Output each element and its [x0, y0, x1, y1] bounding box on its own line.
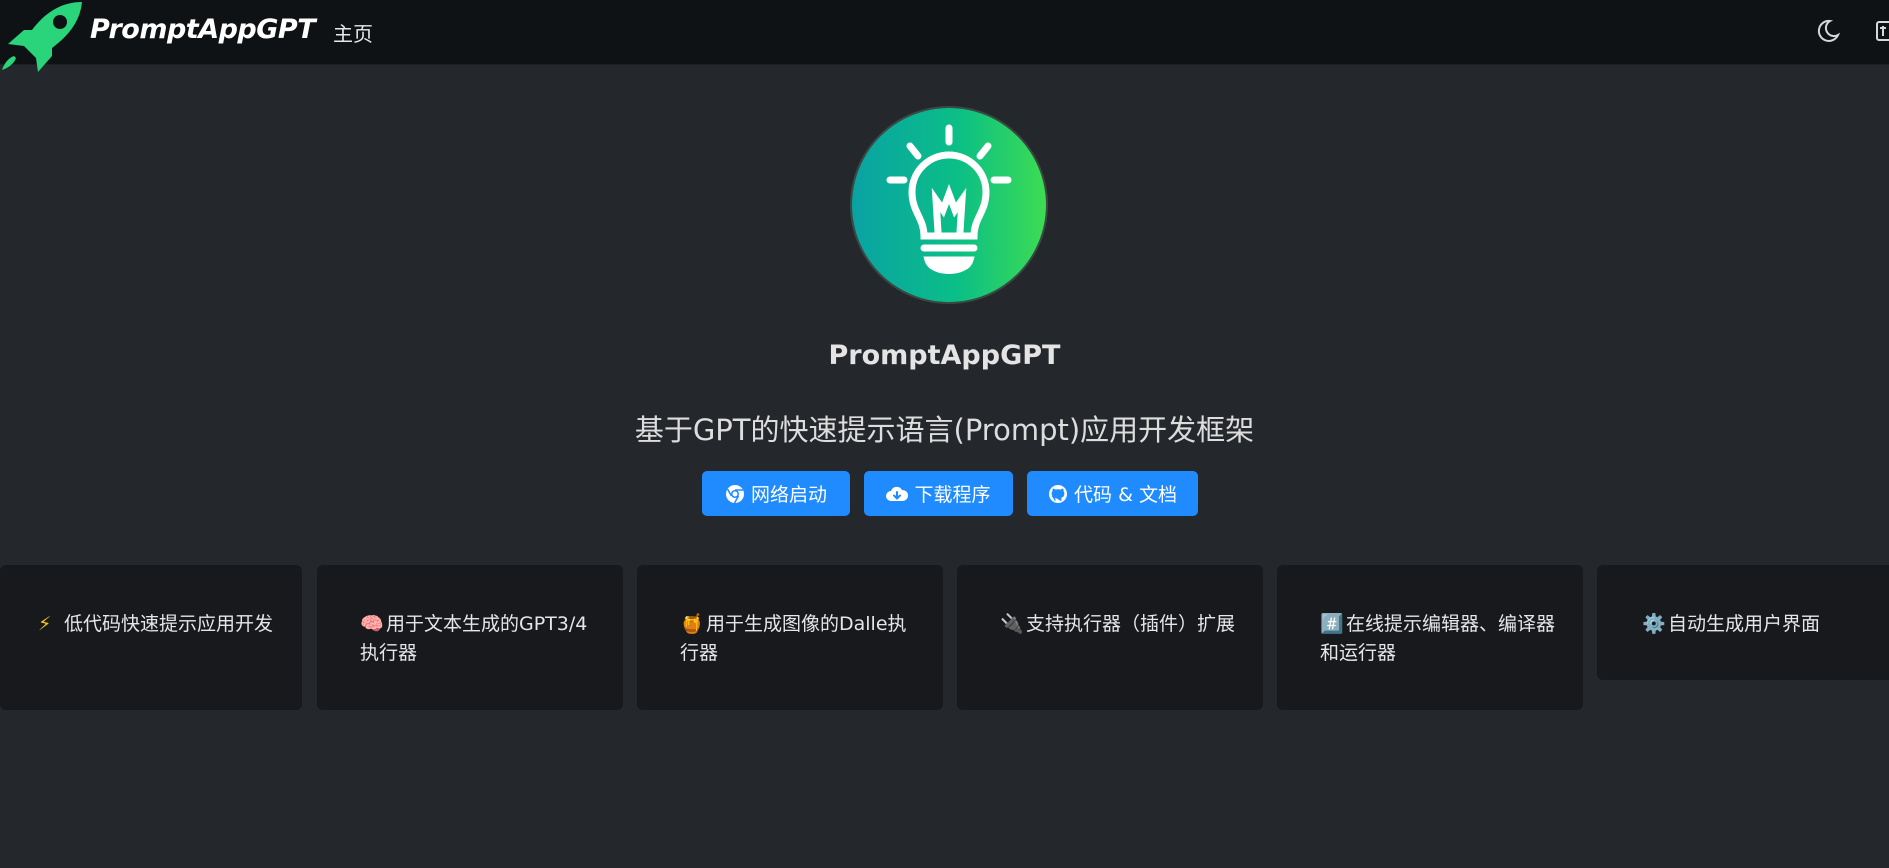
feature-text: 在线提示编辑器、编译器和运行器 — [1320, 613, 1556, 664]
chrome-icon — [725, 484, 744, 503]
plug-icon: 🔌 — [1000, 613, 1024, 635]
brand-title[interactable]: PromptAppGPT — [90, 14, 316, 45]
download-button[interactable]: 下载程序 — [864, 471, 1013, 516]
lightbulb-logo — [852, 108, 1046, 302]
feature-card-low-code: ⚡ 低代码快速提示应用开发 — [0, 565, 302, 710]
hero-tagline: 基于GPT的快速提示语言(Prompt)应用开发框架 — [634, 413, 1255, 447]
download-label: 下载程序 — [914, 484, 991, 506]
web-launch-button[interactable]: 网络启动 — [702, 471, 850, 516]
feature-text: 用于文本生成的GPT3/4执行器 — [360, 613, 588, 664]
feature-text: 低代码快速提示应用开发 — [64, 613, 274, 635]
feature-text: 自动生成用户界面 — [1668, 613, 1821, 635]
lightbulb-icon — [886, 124, 1012, 274]
moon-icon[interactable] — [1815, 18, 1841, 44]
cloud-download-icon — [886, 486, 909, 501]
hash-keycap-icon: #️⃣ — [1320, 613, 1344, 635]
feature-text: 支持执行器（插件）扩展 — [1026, 613, 1236, 635]
rocket-logo-icon[interactable] — [0, 0, 84, 72]
lightning-icon: ⚡ — [38, 613, 52, 635]
web-launch-label: 网络启动 — [750, 484, 827, 506]
feature-card-dalle-executor: 🍯 用于生成图像的Dalle执行器 — [637, 565, 943, 710]
feature-text: 用于生成图像的Dalle执行器 — [680, 613, 907, 664]
hero-title: PromptAppGPT — [828, 340, 1061, 371]
nav-home-link[interactable]: 主页 — [333, 18, 373, 47]
gear-icon: ⚙️ — [1642, 613, 1666, 635]
top-navbar: PromptAppGPT 主页 — [0, 0, 1889, 72]
feature-card-online-editor: #️⃣ 在线提示编辑器、编译器和运行器 — [1277, 565, 1583, 710]
feature-card-gpt-executor: 🧠 用于文本生成的GPT3/4执行器 — [317, 565, 623, 710]
honey-pot-icon: 🍯 — [680, 613, 704, 635]
brain-icon: 🧠 — [360, 613, 384, 635]
code-docs-button[interactable]: 代码 & 文档 — [1027, 471, 1198, 516]
code-docs-label: 代码 & 文档 — [1074, 484, 1177, 506]
github-icon — [1049, 484, 1068, 503]
language-icon[interactable] — [1876, 18, 1889, 44]
feature-card-auto-ui: ⚙️ 自动生成用户界面 — [1597, 565, 1889, 680]
feature-card-plugin-extension: 🔌 支持执行器（插件）扩展 — [957, 565, 1263, 710]
